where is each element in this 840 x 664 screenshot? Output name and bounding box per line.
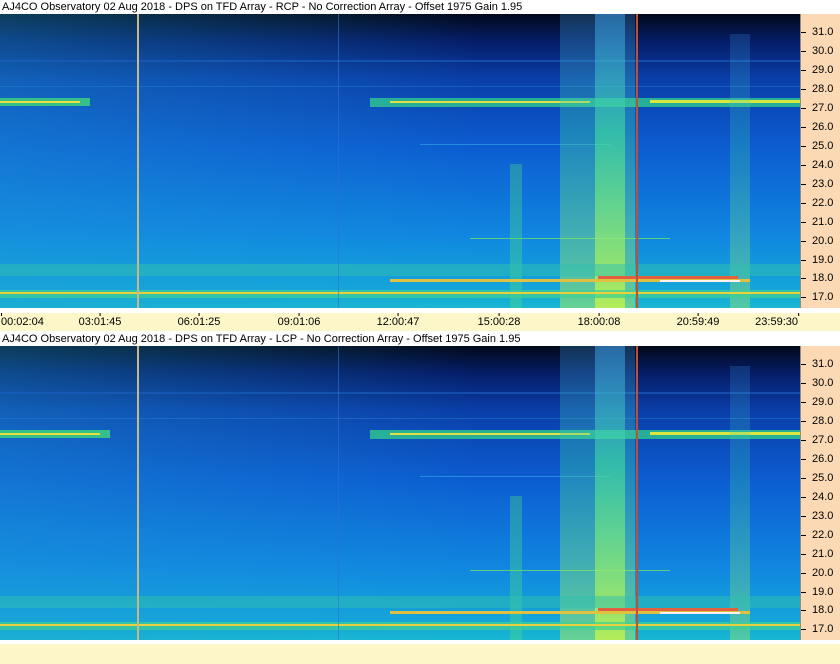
- y-tick: 28.0: [812, 415, 834, 427]
- x-tick: 03:01:45: [78, 316, 122, 328]
- y-tick: 27.0: [812, 434, 834, 446]
- y-tick: 31.0: [812, 26, 834, 38]
- y-tick: 25.0: [812, 140, 834, 152]
- x-tick: 06:01:25: [177, 316, 221, 328]
- x-tick: 15:00:28: [477, 316, 521, 328]
- y-tick: 29.0: [812, 396, 834, 408]
- y-tick: 25.0: [812, 472, 834, 484]
- y-tick: 21.0: [812, 548, 834, 560]
- frequency-axis-rcp: 31.0 30.0 29.0 28.0 27.0 26.0 25.0 24.0 …: [800, 14, 840, 308]
- y-tick: 30.0: [812, 377, 834, 389]
- y-tick: 20.0: [812, 567, 834, 579]
- y-tick: 17.0: [812, 623, 834, 635]
- y-tick: 26.0: [812, 453, 834, 465]
- time-axis-empty: [0, 644, 840, 664]
- y-tick: 18.0: [812, 272, 834, 284]
- y-tick: 19.0: [812, 586, 834, 598]
- y-tick: 20.0: [812, 235, 834, 247]
- y-tick: 24.0: [812, 491, 834, 503]
- x-tick: 20:59:49: [676, 316, 720, 328]
- y-tick: 31.0: [812, 358, 834, 370]
- time-axis: 00:02:04 03:01:45 06:01:25 09:01:06 12:0…: [0, 313, 840, 331]
- x-tick: 09:01:06: [277, 316, 321, 328]
- y-tick: 22.0: [812, 529, 834, 541]
- x-tick: 18:00:08: [577, 316, 621, 328]
- y-tick: 19.0: [812, 254, 834, 266]
- y-tick: 23.0: [812, 178, 834, 190]
- y-tick: 24.0: [812, 159, 834, 171]
- frequency-axis-lcp: 31.0 30.0 29.0 28.0 27.0 26.0 25.0 24.0 …: [800, 346, 840, 640]
- x-tick: 00:02:04: [1, 316, 44, 328]
- y-tick: 27.0: [812, 102, 834, 114]
- x-tick: 12:00:47: [376, 316, 420, 328]
- y-tick: 22.0: [812, 197, 834, 209]
- spectrogram-rcp[interactable]: [0, 14, 800, 308]
- panel-title-rcp: AJ4CO Observatory 02 Aug 2018 - DPS on T…: [0, 0, 840, 14]
- y-tick: 29.0: [812, 64, 834, 76]
- y-tick: 18.0: [812, 604, 834, 616]
- y-tick: 17.0: [812, 291, 834, 303]
- y-tick: 21.0: [812, 216, 834, 228]
- y-tick: 28.0: [812, 83, 834, 95]
- y-tick: 26.0: [812, 121, 834, 133]
- panel-title-lcp: AJ4CO Observatory 02 Aug 2018 - DPS on T…: [0, 332, 840, 346]
- x-tick: 23:59:30: [755, 316, 798, 328]
- y-tick: 30.0: [812, 45, 834, 57]
- spectrogram-lcp[interactable]: [0, 346, 800, 640]
- y-tick: 23.0: [812, 510, 834, 522]
